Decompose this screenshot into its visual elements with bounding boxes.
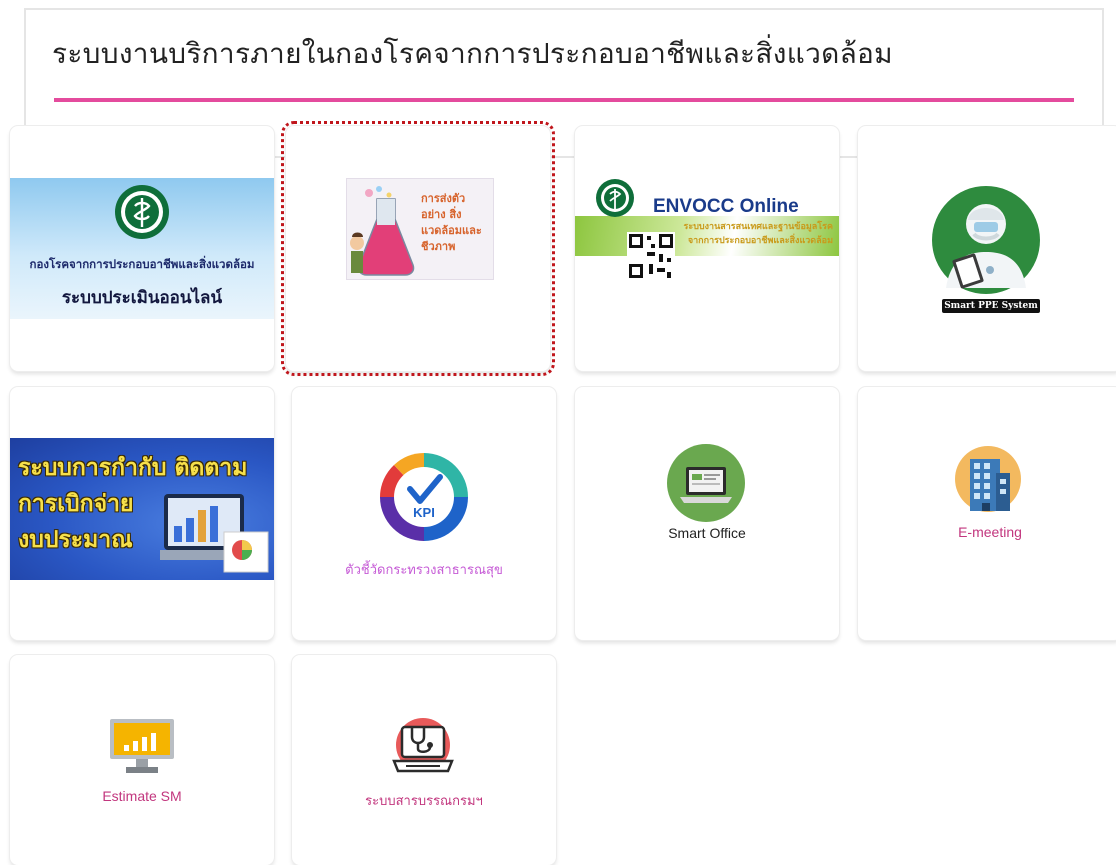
kpi-caption: ตัวชี้วัดกระทรวงสาธารณสุข bbox=[345, 562, 503, 577]
monitor-chart-icon bbox=[108, 717, 176, 777]
lab-flask-icon bbox=[349, 185, 419, 277]
ppe-worker-icon bbox=[930, 184, 1042, 296]
budget-banner: ระบบการกำกับ ติดตาม การเบิกจ่าย งบประมาณ bbox=[10, 438, 274, 580]
banner-system-name: ระบบประเมินออนไลน์ bbox=[61, 288, 223, 308]
card-smart-ppe[interactable]: Smart PPE System bbox=[858, 126, 1116, 371]
smart-ppe-badge: Smart PPE System bbox=[942, 299, 1040, 313]
card-kpi[interactable]: KPI ตัวชี้วัดกระทรวงสาธารณสุข bbox=[292, 387, 556, 640]
page-title: ระบบงานบริการภายในกองโรคจากการประกอบอาชี… bbox=[52, 37, 893, 70]
laptop-icon bbox=[666, 443, 746, 523]
sample-submission-banner: การส่งตัวอย่าง สิ่งแวดล้อมและ ชีวภาพ bbox=[346, 178, 494, 280]
banner-department-name: กองโรคจากการประกอบอาชีพและสิ่งแวดล้อม bbox=[29, 257, 255, 271]
budget-line-3: งบประมาณ bbox=[18, 527, 133, 553]
smart-office-caption: Smart Office bbox=[668, 525, 746, 541]
envocc-subtitle: ระบบงานสารสนเทศและฐานข้อมูลโรคจากการประก… bbox=[683, 222, 833, 246]
budget-line-2: การเบิกจ่าย bbox=[18, 491, 134, 517]
card-budget-tracking[interactable]: ระบบการกำกับ ติดตาม การเบิกจ่าย งบประมาณ bbox=[10, 387, 274, 640]
card-estimate-sm[interactable]: Estimate SM bbox=[10, 655, 274, 865]
kpi-icon-label: KPI bbox=[413, 505, 435, 520]
envocc-logo-icon bbox=[595, 178, 635, 218]
stethoscope-laptop-icon bbox=[388, 715, 458, 781]
title-underline bbox=[54, 98, 1074, 102]
card-online-assessment[interactable]: กองโรคจากการประกอบอาชีพและสิ่งแวดล้อม ระ… bbox=[10, 126, 274, 371]
card-e-meeting[interactable]: E-meeting bbox=[858, 387, 1116, 640]
estimate-sm-caption: Estimate SM bbox=[102, 788, 182, 804]
kpi-gauge-icon: KPI bbox=[380, 453, 468, 541]
envocc-banner: ENVOCC Online ระบบงานสารสนเทศและฐานข้อมู… bbox=[575, 176, 839, 284]
card-smart-office[interactable]: Smart Office bbox=[575, 387, 839, 640]
building-icon bbox=[954, 445, 1022, 513]
department-logo-icon bbox=[114, 184, 170, 240]
card-library[interactable]: ระบบสารบรรณกรมฯ bbox=[292, 655, 556, 865]
card-sample-submission[interactable]: การส่งตัวอย่าง สิ่งแวดล้อมและ ชีวภาพ bbox=[281, 121, 555, 376]
budget-line-1: ระบบการกำกับ ติดตาม bbox=[18, 455, 248, 481]
budget-banner-text: ระบบการกำกับ ติดตาม การเบิกจ่าย งบประมาณ bbox=[18, 450, 247, 558]
card-envocc-online[interactable]: ENVOCC Online ระบบงานสารสนเทศและฐานข้อมู… bbox=[575, 126, 839, 371]
envocc-title: ENVOCC Online bbox=[653, 196, 799, 217]
sample-submission-text: การส่งตัวอย่าง สิ่งแวดล้อมและ ชีวภาพ bbox=[421, 192, 482, 253]
e-meeting-caption: E-meeting bbox=[958, 524, 1022, 540]
qr-code-icon bbox=[627, 232, 675, 280]
library-caption: ระบบสารบรรณกรมฯ bbox=[365, 793, 483, 808]
online-assessment-banner: กองโรคจากการประกอบอาชีพและสิ่งแวดล้อม ระ… bbox=[10, 178, 274, 319]
